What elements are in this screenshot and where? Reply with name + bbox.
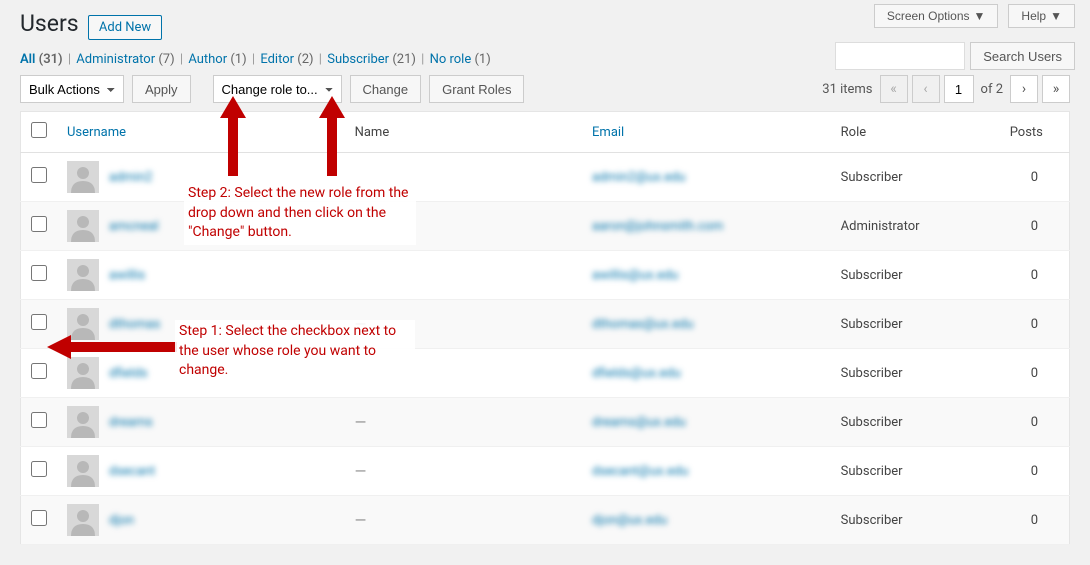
annotation-arrow-1 (47, 335, 177, 363)
email-link[interactable]: aaron@johnsmith.com (592, 219, 723, 234)
name-dash: — (355, 511, 367, 529)
posts-cell: 0 (1000, 496, 1070, 545)
email-link[interactable]: admin2@ux.edu (592, 170, 686, 185)
email-link[interactable]: dthomas@ux.edu (592, 317, 693, 332)
col-posts-header: Posts (1000, 112, 1070, 153)
username-link[interactable]: dsecant (109, 464, 155, 479)
row-checkbox[interactable] (31, 216, 47, 232)
table-row: awillis awillis@ux.edu Subscriber0 (21, 251, 1070, 300)
row-checkbox[interactable] (31, 314, 47, 330)
annotation-step1: Step 1: Select the checkbox next to the … (175, 320, 415, 383)
bulk-actions-select[interactable]: Bulk Actions (20, 75, 124, 103)
role-cell: Subscriber (831, 153, 1000, 202)
caret-down-icon: ▼ (974, 9, 986, 23)
posts-cell: 0 (1000, 398, 1070, 447)
of-pages: of 2 (981, 82, 1003, 97)
pagination: 31 items « ‹ of 2 › » (819, 75, 1070, 103)
avatar (67, 259, 99, 291)
grant-roles-button[interactable]: Grant Roles (429, 75, 524, 103)
row-checkbox[interactable] (31, 461, 47, 477)
avatar (67, 406, 99, 438)
row-checkbox[interactable] (31, 167, 47, 183)
role-cell: Subscriber (831, 251, 1000, 300)
table-row: dreams — dreams@ux.edu Subscriber0 (21, 398, 1070, 447)
row-checkbox[interactable] (31, 363, 47, 379)
role-cell: Subscriber (831, 447, 1000, 496)
items-count: 31 items (822, 82, 872, 97)
first-page-button[interactable]: « (880, 75, 908, 103)
role-cell: Subscriber (831, 300, 1000, 349)
help-label: Help (1021, 9, 1046, 23)
row-checkbox[interactable] (31, 265, 47, 281)
role-cell: Administrator (831, 202, 1000, 251)
annotation-arrow-2a (220, 96, 246, 180)
email-link[interactable]: dreams@ux.edu (592, 415, 686, 430)
username-link[interactable]: amcneal (109, 219, 159, 234)
username-link[interactable]: djon (109, 513, 134, 528)
posts-cell: 0 (1000, 251, 1070, 300)
page-title: Users (20, 10, 79, 37)
col-email-header[interactable]: Email (592, 125, 624, 140)
next-page-button[interactable]: › (1010, 75, 1038, 103)
name-dash: — (355, 462, 367, 480)
username-link[interactable]: admin2 (109, 170, 152, 185)
screen-options-button[interactable]: Screen Options ▼ (874, 4, 999, 28)
username-link[interactable]: awillis (109, 268, 145, 283)
posts-cell: 0 (1000, 447, 1070, 496)
annotation-step2: Step 2: Select the new role from the dro… (184, 182, 416, 245)
posts-cell: 0 (1000, 300, 1070, 349)
table-row: amcneal aaron@johnsmith.com Administrator0 (21, 202, 1070, 251)
filter-administrator[interactable]: Administrator (7) (76, 52, 174, 67)
filter-no-role[interactable]: No role (1) (430, 52, 491, 67)
current-page-input[interactable] (944, 75, 974, 103)
row-checkbox[interactable] (31, 510, 47, 526)
posts-cell: 0 (1000, 202, 1070, 251)
prev-page-button[interactable]: ‹ (912, 75, 940, 103)
table-row: admin2 admin2@ux.edu Subscriber0 (21, 153, 1070, 202)
select-all-checkbox[interactable] (31, 122, 47, 138)
search-input[interactable] (835, 42, 965, 70)
role-cell: Subscriber (831, 398, 1000, 447)
filter-author[interactable]: Author (1) (188, 52, 246, 67)
email-link[interactable]: awillis@ux.edu (592, 268, 678, 283)
filter-all[interactable]: All (31) (20, 52, 63, 67)
username-link[interactable]: dthomas (109, 317, 160, 332)
filter-subscriber[interactable]: Subscriber (21) (327, 52, 416, 67)
avatar (67, 210, 99, 242)
email-link[interactable]: djon@ux.edu (592, 513, 667, 528)
col-role-header: Role (831, 112, 1000, 153)
filter-editor[interactable]: Editor (2) (260, 52, 313, 67)
help-button[interactable]: Help ▼ (1008, 4, 1075, 28)
change-button[interactable]: Change (350, 75, 422, 103)
name-dash: — (355, 413, 367, 431)
caret-down-icon: ▼ (1050, 9, 1062, 23)
posts-cell: 0 (1000, 153, 1070, 202)
role-cell: Subscriber (831, 349, 1000, 398)
email-link[interactable]: dfields@ux.edu (592, 366, 681, 381)
last-page-button[interactable]: » (1042, 75, 1070, 103)
posts-cell: 0 (1000, 349, 1070, 398)
row-checkbox[interactable] (31, 412, 47, 428)
role-cell: Subscriber (831, 496, 1000, 545)
table-row: djon — djon@ux.edu Subscriber0 (21, 496, 1070, 545)
apply-button[interactable]: Apply (132, 75, 191, 103)
screen-options-label: Screen Options (887, 9, 970, 23)
username-link[interactable]: dreams (109, 415, 153, 430)
col-name-header: Name (345, 112, 582, 153)
search-users-button[interactable]: Search Users (970, 42, 1075, 70)
add-new-button[interactable]: Add New (88, 15, 162, 40)
col-username-header[interactable]: Username (67, 125, 126, 140)
avatar (67, 161, 99, 193)
table-row: dsecant — dsecant@ux.edu Subscriber0 (21, 447, 1070, 496)
email-link[interactable]: dsecant@ux.edu (592, 464, 688, 479)
annotation-arrow-2b (319, 96, 345, 180)
avatar (67, 455, 99, 487)
avatar (67, 504, 99, 536)
username-link[interactable]: dfields (109, 366, 148, 381)
